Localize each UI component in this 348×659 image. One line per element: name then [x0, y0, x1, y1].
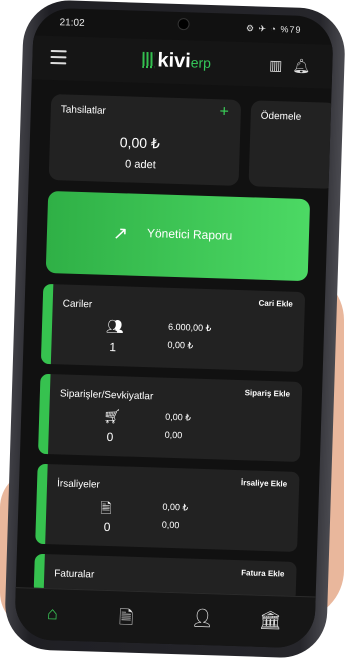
section-stripe [35, 463, 48, 545]
bell-icon[interactable]: 🔔︎ [292, 58, 310, 76]
siparisler-value-2: 0,00 [164, 429, 183, 441]
odemeler-card[interactable]: Ödemele [248, 100, 334, 189]
logo-suffix: erp [190, 54, 212, 71]
section-stripe [40, 283, 54, 365]
faturalar-title: Faturalar [54, 568, 95, 581]
phone-frame: 21:02 ⚙ ✈ ◔ %79 kivierp ▥ 🔔︎ Tahsilatlar… [3, 0, 347, 659]
irsaliyeler-title: İrsaliyeler [56, 478, 101, 491]
status-time: 21:02 [59, 17, 85, 30]
app-logo: kivierp [142, 49, 211, 74]
document-icon[interactable]: 🗎 [118, 605, 134, 635]
logo-mark-icon [142, 51, 155, 69]
camera-notch [177, 17, 190, 31]
irsaliyeler-count: 0 [103, 519, 111, 535]
siparisler-section[interactable]: Siparişler/Sevkiyatlar Sipariş Ekle 🛒︎ 0… [38, 373, 303, 462]
user-icon[interactable]: 👤︎ [191, 608, 214, 630]
document-icon: 🗎 [100, 499, 112, 517]
fatura-ekle-button[interactable]: Fatura Ekle [241, 568, 284, 578]
cariler-section[interactable]: Cariler Cari Ekle 👥︎ 1 6.000,00 ₺ 0,00 ₺ [40, 283, 306, 373]
irsaliyeler-value-2: 0,00 [161, 519, 180, 531]
home-icon[interactable]: ⌂ [47, 603, 58, 624]
siparisler-count: 0 [106, 429, 114, 445]
tahsilat-add-button[interactable]: + [219, 103, 229, 121]
logo-main: kivi [157, 49, 192, 73]
siparisler-value-1: 0,00 ₺ [165, 411, 192, 423]
cari-ekle-button[interactable]: Cari Ekle [258, 299, 293, 309]
irsaliyeler-section[interactable]: İrsaliyeler İrsaliye Ekle 🗎 0 0,00 ₺ 0,0… [35, 463, 300, 552]
yonetici-raporu-button[interactable]: ↗ Yönetici Raporu [45, 190, 311, 282]
phone-screen: 21:02 ⚙ ✈ ◔ %79 kivierp ▥ 🔔︎ Tahsilatlar… [14, 7, 334, 649]
cariler-value-1: 6.000,00 ₺ [167, 321, 212, 334]
cart-icon: 🛒︎ [102, 407, 122, 425]
trend-up-icon: ↗ [112, 223, 129, 244]
status-icons: ⚙ ✈ ◔ %79 [245, 23, 302, 35]
users-icon: 👥︎ [105, 317, 125, 335]
tahsilat-count: 0 adet [124, 158, 156, 172]
bank-icon[interactable]: 🏛︎ [259, 610, 282, 632]
section-stripe [38, 373, 51, 455]
bottom-nav: ⌂ 🗎 👤︎ 🏛︎ [14, 587, 316, 649]
cariler-title: Cariler [62, 298, 93, 311]
tahsilatlar-card[interactable]: Tahsilatlar + 0,00 ₺ 0 adet [48, 93, 242, 186]
menu-icon[interactable] [50, 49, 67, 68]
tahsilatlar-title: Tahsilatlar [60, 104, 107, 117]
odemeler-title: Ödemele [260, 110, 302, 123]
tahsilat-amount: 0,00 ₺ [119, 134, 161, 152]
irsaliyeler-value-1: 0,00 ₺ [162, 501, 189, 513]
cariler-value-2: 0,00 ₺ [167, 339, 194, 351]
barcode-icon[interactable]: ▥ [269, 57, 283, 74]
siparis-ekle-button[interactable]: Sipariş Ekle [245, 388, 291, 398]
cariler-count: 1 [109, 339, 117, 355]
yonetici-raporu-label: Yönetici Raporu [146, 226, 233, 243]
irsaliye-ekle-button[interactable]: İrsaliye Ekle [241, 478, 288, 488]
siparisler-title: Siparişler/Sevkiyatlar [59, 388, 154, 403]
app-header: kivierp ▥ 🔔︎ [31, 35, 334, 89]
